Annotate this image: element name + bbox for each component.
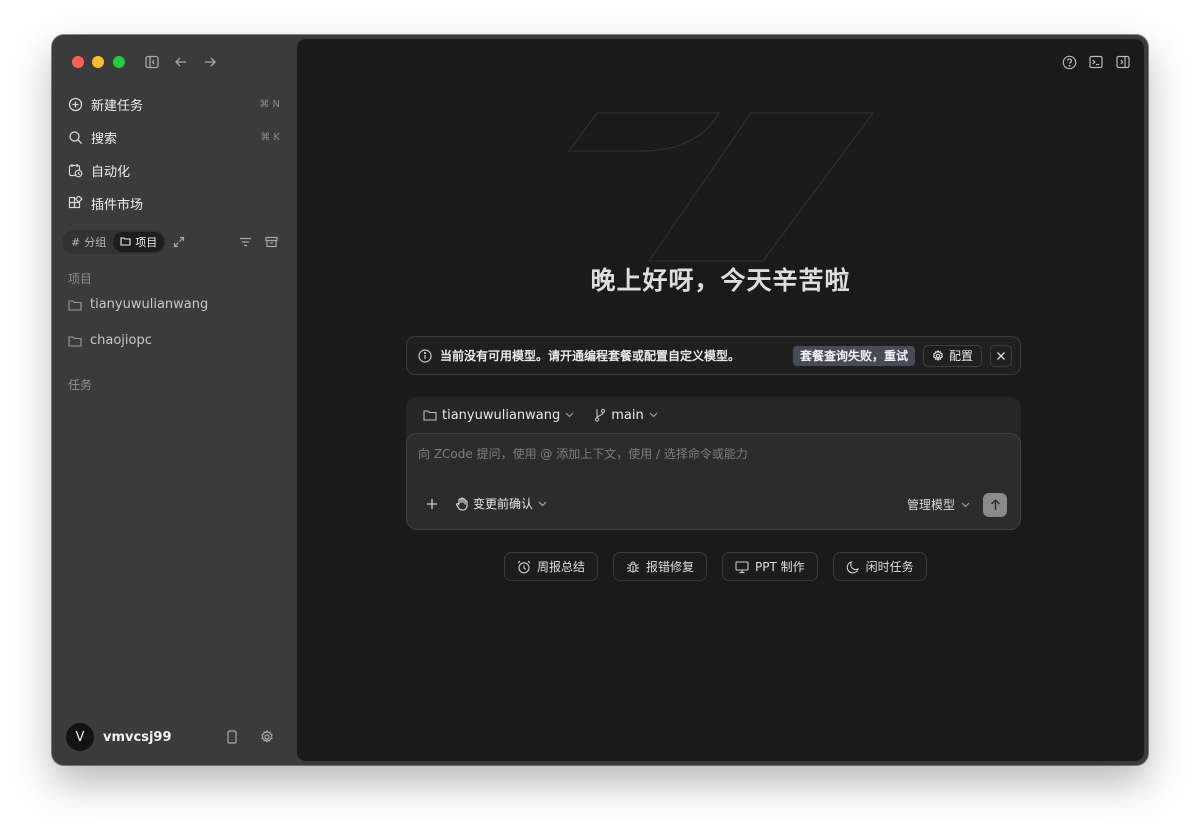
project-name: chaojiopc <box>90 333 152 348</box>
project-item[interactable]: tianyuwulianwang <box>68 297 208 312</box>
search-label: 搜索 <box>91 131 118 147</box>
project-view-label: 项目 <box>135 236 158 249</box>
app-window: 新建任务 ⌘ N 搜索 ⌘ K 自动化 插件市场 # 分组 项目 项目 tian… <box>52 35 1148 765</box>
bug-fix-chip[interactable]: 报错修复 <box>613 552 708 581</box>
terminal-icon[interactable] <box>1087 53 1105 71</box>
project-selector-label: tianyuwulianwang <box>442 407 561 423</box>
ppt-label: PPT 制作 <box>755 560 805 574</box>
hash-icon: # <box>71 235 81 249</box>
project-view-option[interactable]: 项目 <box>113 232 165 252</box>
search-item[interactable]: 搜索 ⌘ K <box>66 123 282 151</box>
project-name: tianyuwulianwang <box>90 297 209 312</box>
folder-icon <box>423 409 437 421</box>
confirm-mode-label: 变更前确认 <box>473 497 534 511</box>
weekly-report-label: 周报总结 <box>537 560 586 574</box>
branch-selector[interactable]: main <box>594 407 658 423</box>
chevron-down-icon <box>565 412 574 418</box>
chevron-down-icon <box>961 502 970 508</box>
config-button[interactable]: 配置 <box>922 344 982 367</box>
send-button[interactable] <box>983 493 1007 517</box>
prompt-box: 变更前确认 管理模型 <box>406 433 1021 530</box>
forward-arrow-icon[interactable] <box>200 52 220 72</box>
idle-task-label: 闲时任务 <box>865 560 914 574</box>
folder-icon <box>68 299 82 311</box>
quick-actions: 周报总结 报错修复 PPT 制作 闲时任务 <box>504 552 942 581</box>
manage-models-selector[interactable]: 管理模型 <box>907 496 970 513</box>
branch-selector-label: main <box>611 407 644 423</box>
bug-fix-label: 报错修复 <box>646 560 695 574</box>
folder-icon <box>120 236 131 249</box>
filter-icon[interactable] <box>235 232 255 252</box>
close-icon <box>997 351 1005 360</box>
chevron-down-icon <box>649 412 658 418</box>
help-icon[interactable] <box>1060 53 1078 71</box>
plan-retry-button[interactable]: 套餐查询失败，重试 <box>792 345 915 366</box>
arrow-up-icon <box>990 499 1000 510</box>
calendar-clock-icon <box>66 161 84 179</box>
sidebar-toggle-icon[interactable] <box>142 52 162 72</box>
add-attachment-button[interactable] <box>422 494 442 514</box>
archive-icon[interactable] <box>261 232 281 252</box>
new-task-item[interactable]: 新建任务 ⌘ N <box>66 90 282 118</box>
config-label: 配置 <box>948 349 973 363</box>
search-icon <box>66 128 84 146</box>
sidebar: 新建任务 ⌘ N 搜索 ⌘ K 自动化 插件市场 # 分组 项目 项目 tian… <box>52 35 296 765</box>
projects-section-label: 项目 <box>68 272 93 286</box>
username: vmvcsj99 <box>103 729 172 745</box>
new-task-shortcut: ⌘ N <box>259 98 280 110</box>
user-profile[interactable]: V vmvcsj99 <box>66 723 172 751</box>
alarm-clock-icon <box>517 560 531 574</box>
gear-icon <box>932 349 944 362</box>
prompt-input[interactable] <box>418 444 1008 464</box>
greeting-title: 晚上好呀，今天辛苦啦 <box>590 266 851 295</box>
group-view-label: 分组 <box>84 236 107 249</box>
tasks-section-label: 任务 <box>68 378 93 392</box>
weekly-report-chip[interactable]: 周报总结 <box>504 552 599 581</box>
plugin-market-label: 插件市场 <box>91 197 144 213</box>
expand-icon[interactable] <box>169 232 189 252</box>
automation-label: 自动化 <box>91 164 131 180</box>
right-panel-toggle-icon[interactable] <box>1114 53 1132 71</box>
mobile-device-icon[interactable] <box>222 727 242 747</box>
confirm-mode-selector[interactable]: 变更前确认 <box>455 495 547 512</box>
zcode-logo-watermark <box>567 111 877 275</box>
git-branch-icon <box>594 408 606 422</box>
monitor-icon <box>735 560 749 574</box>
close-notice-button[interactable] <box>990 344 1012 367</box>
chevron-down-icon <box>538 501 547 507</box>
ppt-chip[interactable]: PPT 制作 <box>722 552 818 581</box>
avatar: V <box>66 723 94 751</box>
no-model-notice: 当前没有可用模型。请开通编程套餐或配置自定义模型。 套餐查询失败，重试 配置 <box>406 336 1021 375</box>
notice-text: 当前没有可用模型。请开通编程套餐或配置自定义模型。 <box>440 349 741 363</box>
new-task-label: 新建任务 <box>91 98 144 114</box>
context-bar: tianyuwulianwang main <box>406 397 1021 433</box>
close-window-button[interactable] <box>72 56 84 68</box>
search-shortcut: ⌘ K <box>260 131 280 143</box>
bug-icon <box>626 560 640 574</box>
moon-icon <box>846 560 860 574</box>
manage-models-label: 管理模型 <box>907 498 956 512</box>
back-arrow-icon[interactable] <box>171 52 191 72</box>
view-toggle: # 分组 项目 <box>62 230 167 254</box>
hand-icon <box>455 496 469 511</box>
settings-gear-icon[interactable] <box>257 727 277 747</box>
plugin-market-item[interactable]: 插件市场 <box>66 189 282 217</box>
info-icon <box>418 348 432 363</box>
plus-icon <box>427 499 437 509</box>
project-selector[interactable]: tianyuwulianwang <box>423 408 574 423</box>
minimize-window-button[interactable] <box>92 56 104 68</box>
zoom-window-button[interactable] <box>113 56 125 68</box>
idle-task-chip[interactable]: 闲时任务 <box>832 552 927 581</box>
composer: tianyuwulianwang main 向 ZCode 提问，使用 @ 添加… <box>406 397 1021 530</box>
plus-circle-icon <box>66 95 84 113</box>
group-view-option[interactable]: # 分组 <box>64 232 113 252</box>
project-item[interactable]: chaojiopc <box>68 333 152 348</box>
automation-item[interactable]: 自动化 <box>66 156 282 184</box>
plugin-grid-icon <box>66 194 84 212</box>
main-panel: 晚上好呀，今天辛苦啦 当前没有可用模型。请开通编程套餐或配置自定义模型。 套餐查… <box>297 39 1144 761</box>
folder-icon <box>68 335 82 347</box>
